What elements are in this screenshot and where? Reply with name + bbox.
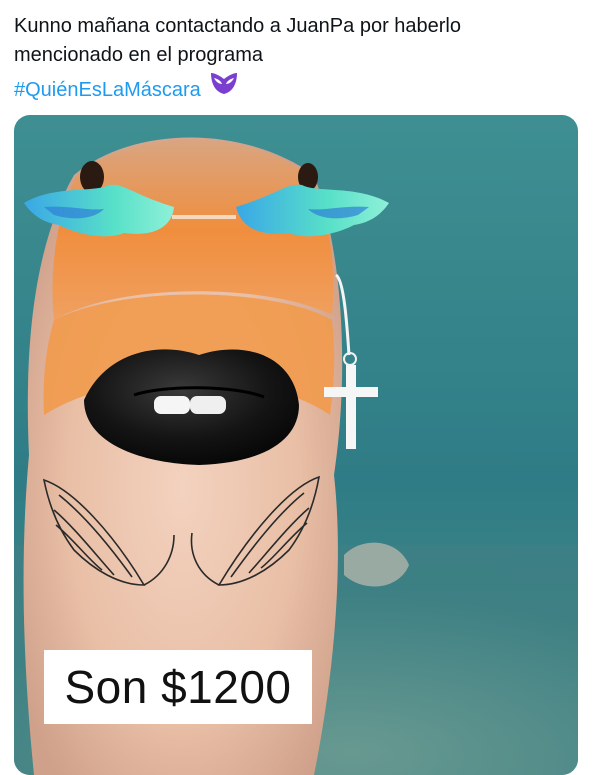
tweet-text-line-1: Kunno mañana contactando a JuanPa por ha… [14, 15, 462, 37]
hashtag-link[interactable]: #QuiénEsLaMáscara [14, 79, 201, 101]
meme-caption: Son $1200 [44, 650, 312, 724]
tweet-text-line-2: mencionado en el programa [14, 44, 264, 66]
tweet-media-image[interactable]: Son $1200 [14, 115, 578, 775]
hashtag-row: #QuiénEsLaMáscara [14, 70, 584, 105]
tweet-text: Kunno mañana contactando a JuanPa por ha… [14, 12, 584, 105]
meme-caption-text: Son $1200 [64, 661, 292, 713]
purple-mask-icon [209, 70, 239, 96]
